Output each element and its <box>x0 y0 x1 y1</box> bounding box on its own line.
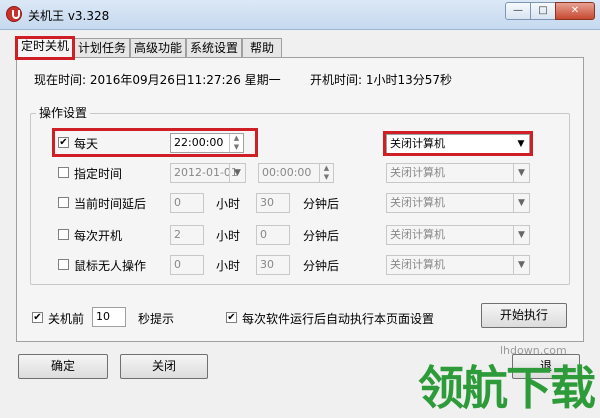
close-window-button[interactable]: ✕ <box>555 2 595 20</box>
boot-action-value: 关闭计算机 <box>390 228 445 241</box>
watermark-brand: 领航下载 <box>418 361 596 415</box>
specified-time-checkbox[interactable] <box>58 167 69 178</box>
idle-action-value: 关闭计算机 <box>390 258 445 271</box>
delay-minutes-unit: 分钟后 <box>303 197 340 211</box>
prenotice-checkbox[interactable]: ✔ <box>32 312 43 323</box>
action-highlight-box <box>383 131 533 156</box>
delay-label: 当前时间延后 <box>74 197 147 211</box>
delay-checkbox[interactable] <box>58 197 69 208</box>
delay-action-select[interactable]: 关闭计算机 ▼ <box>386 193 530 213</box>
prenotice-suffix: 秒提示 <box>138 312 175 326</box>
chevron-down-icon: ▼ <box>229 164 245 182</box>
delay-hours-input[interactable]: 0 <box>170 193 204 213</box>
boot-checkbox[interactable] <box>58 229 69 240</box>
chevron-down-icon: ▼ <box>513 164 529 182</box>
group-label: 操作设置 <box>36 104 91 121</box>
start-execution-button[interactable]: 开始执行 <box>481 303 567 328</box>
uptime-text: 开机时间: 1小时13分57秒 <box>310 73 453 87</box>
minimize-button[interactable]: — <box>505 2 531 20</box>
specified-time-label: 指定时间 <box>74 167 123 181</box>
boot-label: 每次开机 <box>74 229 123 243</box>
prenotice-label: 关机前 <box>48 312 85 326</box>
boot-minutes-input[interactable]: 0 <box>256 225 290 245</box>
specified-time-input[interactable]: 00:00:00 ▲ ▼ <box>258 163 334 183</box>
boot-hours-input[interactable]: 2 <box>170 225 204 245</box>
chevron-down-icon: ▼ <box>513 194 529 212</box>
delay-hours-unit: 小时 <box>216 197 241 211</box>
idle-minutes-input[interactable]: 30 <box>256 255 290 275</box>
idle-action-select[interactable]: 关闭计算机 ▼ <box>386 255 530 275</box>
specified-time-value: 00:00:00 <box>262 166 312 179</box>
tab-advanced[interactable]: 高级功能 <box>130 38 186 58</box>
specified-time-spinner[interactable]: ▲ ▼ <box>319 164 333 182</box>
delay-minutes-input[interactable]: 30 <box>256 193 290 213</box>
idle-hours-input[interactable]: 0 <box>170 255 204 275</box>
maximize-button[interactable]: □ <box>530 2 556 20</box>
chevron-down-icon: ▼ <box>513 226 529 244</box>
boot-action-select[interactable]: 关闭计算机 ▼ <box>386 225 530 245</box>
window-title: 关机王 v3.328 <box>28 9 110 23</box>
tab-help[interactable]: 帮助 <box>242 38 282 58</box>
specified-action-select[interactable]: 关闭计算机 ▼ <box>386 163 530 183</box>
specified-action-value: 关闭计算机 <box>390 166 445 179</box>
idle-label: 鼠标无人操作 <box>74 259 147 273</box>
autorun-checkbox[interactable]: ✔ <box>226 312 237 323</box>
prenotice-seconds-input[interactable]: 10 <box>92 307 126 327</box>
autorun-label: 每次软件运行后自动执行本页面设置 <box>242 312 435 326</box>
idle-hours-unit: 小时 <box>216 259 241 273</box>
specified-date-picker[interactable]: 2012-01-01 ▼ <box>170 163 246 183</box>
daily-highlight-box <box>52 128 258 157</box>
boot-minutes-unit: 分钟后 <box>303 229 340 243</box>
chevron-down-icon: ▼ <box>513 256 529 274</box>
tab-highlight-box <box>15 36 75 60</box>
tab-system-settings[interactable]: 系统设置 <box>186 38 242 58</box>
idle-minutes-unit: 分钟后 <box>303 259 340 273</box>
tab-scheduled-tasks[interactable]: 计划任务 <box>74 38 130 58</box>
close-button[interactable]: 关闭 <box>120 354 208 379</box>
boot-hours-unit: 小时 <box>216 229 241 243</box>
ok-button[interactable]: 确定 <box>18 354 108 379</box>
idle-checkbox[interactable] <box>58 259 69 270</box>
current-time-text: 现在时间: 2016年09月26日11:27:26 星期一 <box>34 73 281 87</box>
power-icon <box>6 6 22 22</box>
delay-action-value: 关闭计算机 <box>390 196 445 209</box>
